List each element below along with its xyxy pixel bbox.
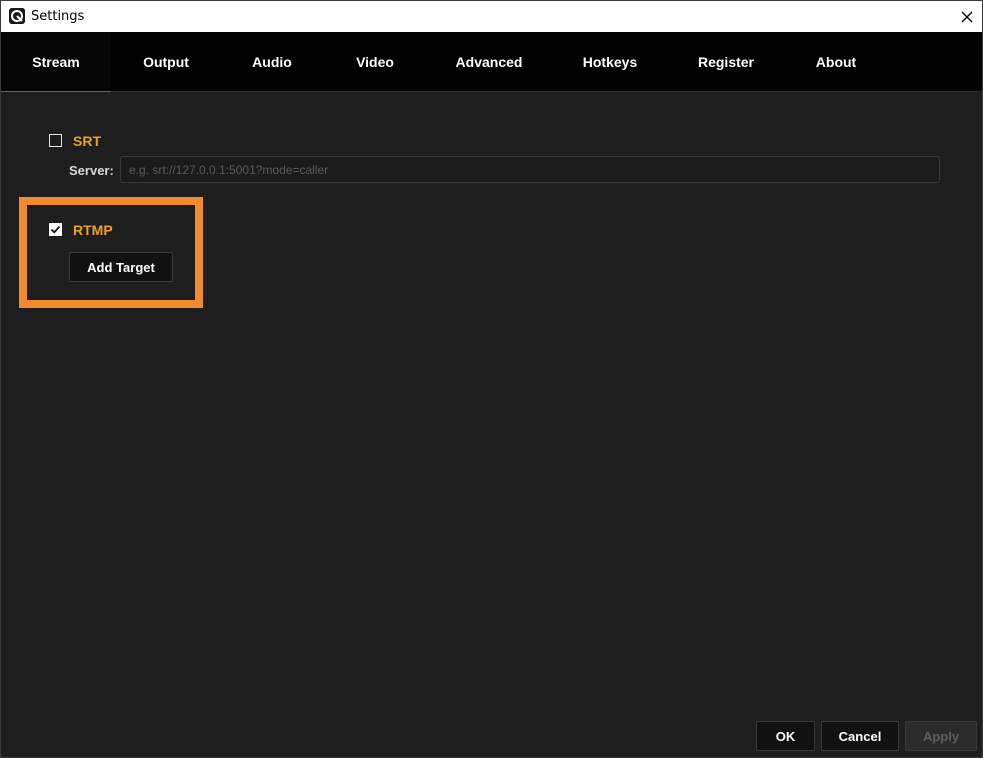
window-title: Settings	[31, 9, 85, 24]
tab-register[interactable]: Register	[679, 32, 773, 92]
tab-output[interactable]: Output	[116, 32, 216, 92]
close-icon	[961, 11, 973, 22]
close-button[interactable]	[952, 1, 982, 32]
server-label: Server:	[69, 163, 114, 178]
settings-tabs: Stream Output Audio Video Advanced Hotke…	[1, 32, 982, 92]
cancel-button[interactable]: Cancel	[821, 721, 899, 751]
rtmp-label: RTMP	[73, 222, 113, 238]
app-logo-icon	[9, 8, 25, 24]
tab-advanced[interactable]: Advanced	[438, 32, 540, 92]
add-target-button[interactable]: Add Target	[69, 252, 173, 282]
tab-video[interactable]: Video	[329, 32, 421, 92]
tab-hotkeys[interactable]: Hotkeys	[563, 32, 657, 92]
rtmp-checkbox[interactable]	[49, 223, 62, 236]
tab-about[interactable]: About	[791, 32, 881, 92]
stream-settings-panel: SRT Server: RTMP Add Target OK Cancel Ap…	[1, 93, 982, 757]
srt-server-input[interactable]	[120, 156, 940, 183]
srt-checkbox[interactable]	[49, 134, 62, 147]
checkmark-icon	[50, 225, 61, 234]
title-bar: Settings	[1, 1, 982, 32]
apply-button[interactable]: Apply	[905, 721, 977, 751]
tab-audio[interactable]: Audio	[226, 32, 318, 92]
tab-stream[interactable]: Stream	[1, 32, 111, 92]
srt-label: SRT	[73, 133, 101, 149]
ok-button[interactable]: OK	[756, 721, 815, 751]
settings-window: Settings Stream Output Audio Video Advan…	[0, 0, 983, 758]
